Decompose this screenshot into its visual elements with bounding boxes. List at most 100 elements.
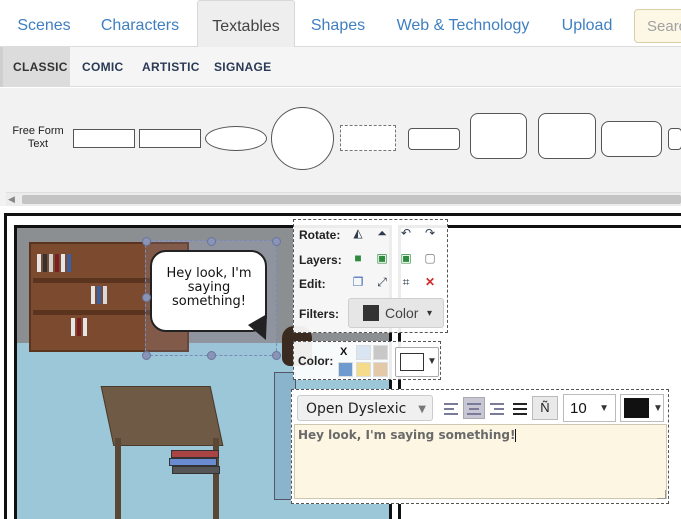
app-root: Scenes Characters Textables Shapes Web &…: [0, 0, 681, 519]
font-size-value: 10: [570, 400, 587, 417]
align-left-button[interactable]: [440, 397, 462, 419]
resize-grip-icon[interactable]: [657, 490, 666, 499]
align-line: [494, 408, 504, 410]
align-line: [444, 403, 458, 405]
align-line: [513, 408, 527, 410]
color-swatch[interactable]: [373, 345, 388, 360]
textable-circle[interactable]: [271, 107, 334, 170]
text-caret: [515, 429, 517, 442]
tab-characters[interactable]: Characters: [92, 0, 188, 47]
book: [97, 286, 101, 304]
align-line: [444, 413, 458, 415]
textable-caption-box[interactable]: [601, 121, 662, 157]
subtab-artistic[interactable]: ARTISTIC: [142, 47, 200, 87]
color-swatch[interactable]: [356, 345, 371, 360]
library-scroll-thumb[interactable]: [22, 195, 681, 204]
resize-handle[interactable]: [207, 351, 216, 360]
book: [83, 318, 87, 336]
search-input[interactable]: Search: [634, 9, 681, 43]
flip-vertical-icon[interactable]: ⏶: [374, 225, 390, 241]
align-line: [467, 413, 481, 415]
resize-handle[interactable]: [142, 293, 151, 302]
top-nav: Scenes Characters Textables Shapes Web &…: [0, 0, 681, 48]
tab-upload[interactable]: Upload: [552, 0, 622, 47]
resize-handle[interactable]: [142, 237, 151, 246]
align-center-button[interactable]: [463, 397, 485, 419]
textable-ellipse[interactable]: [205, 126, 267, 151]
chevron-down-icon: ▼: [653, 403, 663, 414]
speech-bubble-text[interactable]: Hey look, I'm saying something!: [157, 267, 261, 309]
textable-torn-paper[interactable]: [340, 125, 396, 151]
font-family-value: Open Dyslexic: [306, 401, 407, 417]
clear-color-button[interactable]: X: [340, 346, 347, 358]
font-family-select[interactable]: Open Dyslexic ▼: [297, 395, 433, 421]
resize-handle[interactable]: [207, 237, 216, 246]
bullet-list-button[interactable]: [509, 397, 531, 419]
table-top: [100, 386, 224, 446]
subtab-comic[interactable]: COMIC: [82, 47, 124, 87]
tab-shapes[interactable]: Shapes: [303, 0, 373, 47]
book-stack: [171, 450, 219, 458]
textable-speech-box-2[interactable]: [538, 113, 596, 159]
tab-web-technology[interactable]: Web & Technology: [389, 0, 537, 47]
book: [91, 286, 95, 304]
edit-label: Edit:: [299, 277, 326, 291]
special-characters-button[interactable]: Ñ: [532, 396, 558, 420]
color-label: Color:: [298, 354, 334, 368]
flip-horizontal-icon[interactable]: ◭: [350, 225, 366, 241]
rotate-right-icon[interactable]: ↷: [422, 225, 438, 241]
book: [67, 254, 71, 272]
bring-forward-icon[interactable]: ▣: [374, 250, 390, 266]
subtab-signage[interactable]: SIGNAGE: [214, 47, 271, 87]
align-line: [513, 413, 527, 415]
subtab-classic[interactable]: CLASSIC: [0, 47, 70, 87]
resize-handle[interactable]: [272, 351, 281, 360]
fill-color-preview: [400, 353, 424, 371]
tab-scenes[interactable]: Scenes: [8, 0, 80, 47]
color-swatch[interactable]: [338, 362, 353, 377]
font-size-select[interactable]: 10 ▼: [563, 394, 616, 422]
align-line: [513, 403, 527, 405]
free-form-text-item[interactable]: Free Form Text: [6, 125, 70, 151]
resize-handle[interactable]: [142, 351, 151, 360]
send-to-back-icon[interactable]: ▢: [422, 250, 438, 266]
table-leg: [115, 438, 121, 519]
fill-color-dropdown[interactable]: ▼: [395, 347, 439, 377]
resize-handle[interactable]: [272, 237, 281, 246]
filters-button-label: Color: [385, 305, 419, 321]
textable-banner[interactable]: [408, 128, 460, 150]
chevron-down-icon: ▼: [599, 403, 609, 414]
book: [37, 254, 41, 272]
scroll-left-arrow[interactable]: ◀: [8, 194, 18, 204]
send-backward-icon[interactable]: ▣: [398, 250, 414, 266]
color-swatch[interactable]: [373, 362, 388, 377]
rotate-left-icon[interactable]: ↶: [398, 225, 414, 241]
copy-icon[interactable]: ❐: [350, 274, 366, 290]
book: [71, 318, 75, 336]
book: [77, 318, 81, 336]
crop-icon[interactable]: ⌗: [398, 274, 414, 290]
filters-label: Filters:: [299, 307, 340, 321]
textable-partial[interactable]: [668, 128, 681, 150]
align-line: [490, 413, 504, 415]
fullscreen-icon[interactable]: ⤢: [374, 274, 390, 290]
textable-rectangle[interactable]: [73, 129, 135, 148]
filters-color-button[interactable]: Color ▾: [348, 298, 444, 328]
rotate-label: Rotate:: [299, 228, 341, 242]
align-line: [467, 403, 481, 405]
align-line: [444, 408, 454, 410]
delete-icon[interactable]: ✕: [422, 274, 438, 290]
tab-textables[interactable]: Textables: [197, 0, 295, 48]
layers-label: Layers:: [299, 253, 342, 267]
book-stack: [172, 466, 220, 474]
align-right-button[interactable]: [486, 397, 508, 419]
bubble-text-input[interactable]: Hey look, I'm saying something!: [294, 424, 667, 499]
category-subtabs: CLASSIC COMIC ARTISTIC SIGNAGE: [0, 47, 681, 87]
textable-rectangle-outline[interactable]: [139, 129, 201, 148]
text-color-dropdown[interactable]: ▼: [620, 394, 664, 422]
chevron-down-icon: ▼: [418, 404, 426, 415]
textable-speech-box[interactable]: [470, 113, 527, 159]
color-swatch[interactable]: [356, 362, 371, 377]
book: [43, 254, 47, 272]
bring-to-front-icon[interactable]: ■: [350, 250, 366, 266]
